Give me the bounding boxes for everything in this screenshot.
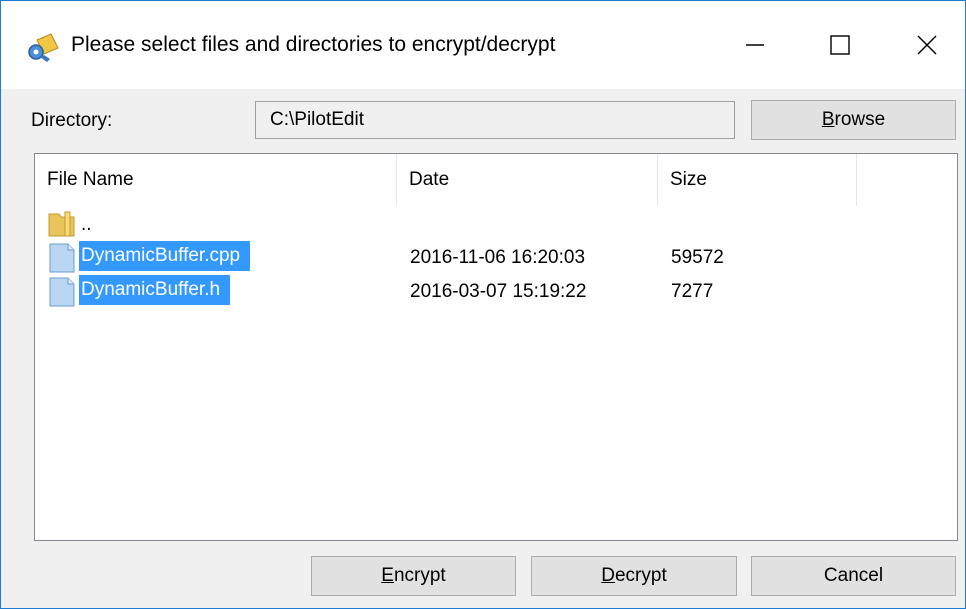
column-header-date[interactable]: Date: [397, 154, 658, 206]
folder-icon: [47, 208, 77, 238]
maximize-icon: [830, 35, 850, 55]
file-icon: [47, 277, 77, 307]
minimize-button[interactable]: [719, 15, 791, 75]
file-icon: [47, 243, 77, 273]
file-size-cell: 59572: [671, 247, 724, 268]
list-item-dynamicbuffer-h[interactable]: DynamicBuffer.h 2016-03-07 15:19:22 7277: [35, 275, 957, 309]
directory-input[interactable]: [255, 101, 735, 139]
encrypt-button[interactable]: Encrypt: [311, 556, 516, 596]
close-icon: [917, 35, 937, 55]
file-name-cell: DynamicBuffer.h: [79, 275, 231, 305]
title-bar[interactable]: Please select files and directories to e…: [1, 1, 965, 89]
column-header-file-name[interactable]: File Name: [35, 154, 397, 206]
list-item-parent-directory[interactable]: ..: [35, 206, 957, 240]
window-title: Please select files and directories to e…: [71, 33, 556, 56]
close-button[interactable]: [891, 15, 963, 75]
browse-button[interactable]: Browse: [751, 100, 956, 140]
file-name-cell: ..: [81, 214, 92, 235]
file-size-cell: 7277: [671, 281, 714, 302]
directory-label: Directory:: [31, 110, 113, 131]
file-list[interactable]: File Name Date Size .. DynamicBuffer.cpp…: [34, 153, 958, 541]
app-key-icon: [25, 31, 61, 63]
list-item-dynamicbuffer-cpp[interactable]: DynamicBuffer.cpp 2016-11-06 16:20:03 59…: [35, 241, 957, 275]
column-header-size[interactable]: Size: [658, 154, 857, 206]
file-date-cell: 2016-03-07 15:19:22: [410, 281, 587, 302]
encrypt-decrypt-dialog: Please select files and directories to e…: [0, 0, 966, 609]
minimize-icon: [746, 44, 764, 46]
file-date-cell: 2016-11-06 16:20:03: [410, 247, 586, 268]
cancel-button[interactable]: Cancel: [751, 556, 956, 596]
maximize-button[interactable]: [804, 15, 876, 75]
decrypt-button[interactable]: Decrypt: [531, 556, 737, 596]
file-name-cell: DynamicBuffer.cpp: [79, 241, 251, 271]
